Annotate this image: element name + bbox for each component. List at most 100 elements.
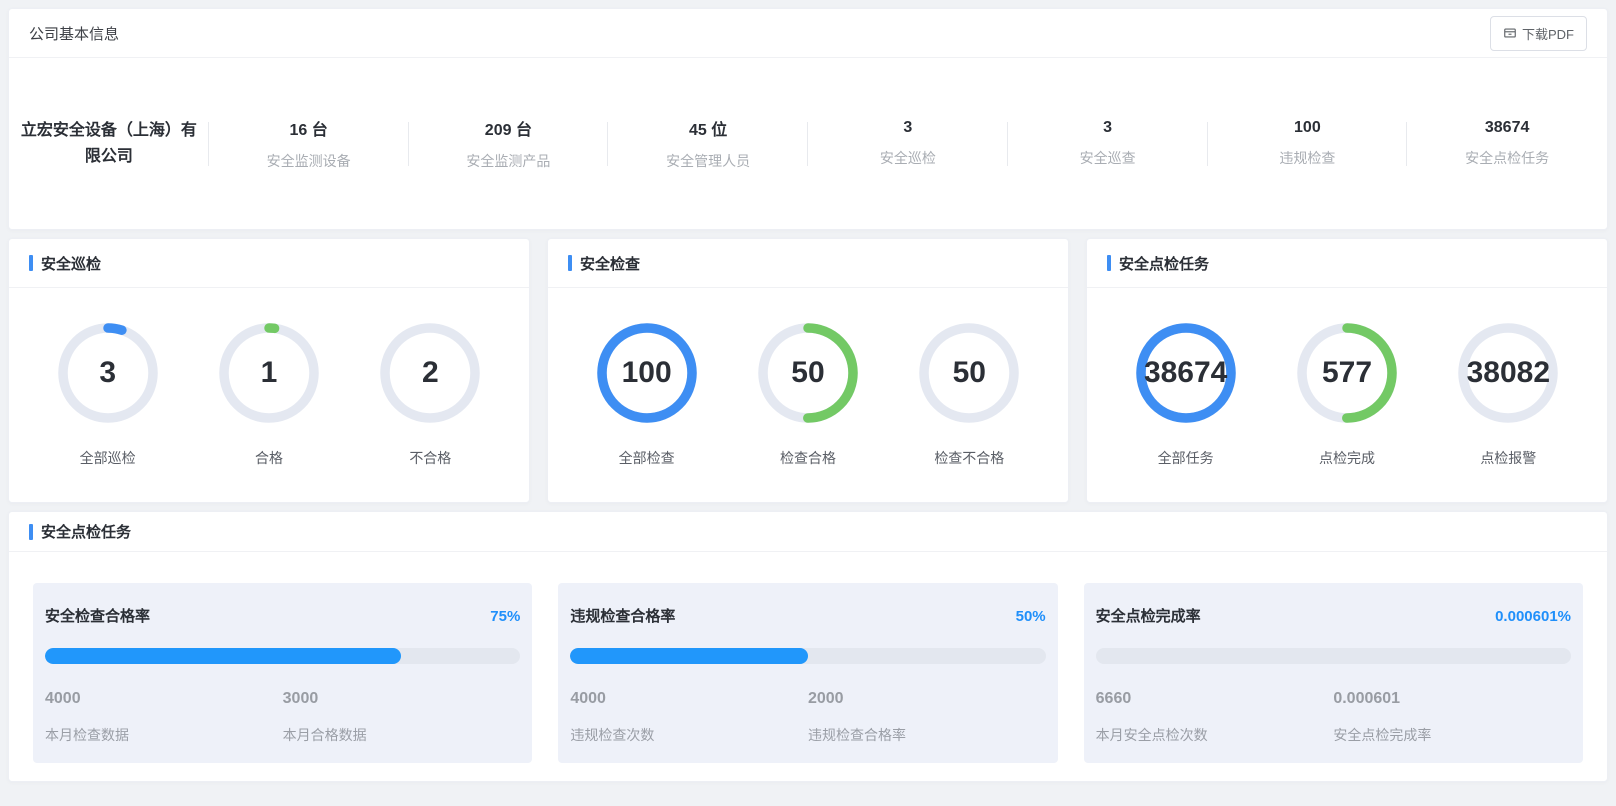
progress-section-header: 安全点检任务 xyxy=(9,512,1607,552)
progress-stat: 4000 本月检查数据 xyxy=(45,690,283,745)
panel-title: 安全点检任务 xyxy=(1119,253,1209,274)
progress-card-percent: 50% xyxy=(1016,608,1046,625)
gauge-ring: 3 xyxy=(58,323,158,423)
progress-card-percent: 0.000601% xyxy=(1495,608,1571,625)
gauge-ring: 1 xyxy=(219,323,319,423)
gauge-ring: 50 xyxy=(758,323,858,423)
stat-value: 100 xyxy=(1218,119,1398,137)
gauge-ring: 100 xyxy=(597,323,697,423)
company-stats-row: 立宏安全设备（上海）有限公司 16 台 安全监测设备 209 台 安全监测产品 … xyxy=(9,58,1607,229)
progress-card-stats: 6660 本月安全点检次数 0.000601 安全点检完成率 xyxy=(1096,690,1571,745)
panel-header: 安全巡检 xyxy=(9,239,529,288)
progress-card-top: 安全检查合格率 75% xyxy=(45,605,520,626)
accent-bar xyxy=(1107,255,1111,271)
gauge-value: 3 xyxy=(58,323,158,423)
panel-body: 3 全部巡检 1 合格 xyxy=(9,288,529,502)
gauge-value: 1 xyxy=(219,323,319,423)
gauge-ring: 50 xyxy=(919,323,1019,423)
progress-card-title: 安全点检完成率 xyxy=(1096,605,1201,626)
progress-stat-value: 0.000601 xyxy=(1333,690,1571,708)
stat-value: 209 台 xyxy=(419,116,599,140)
progress-stat-label: 违规检查次数 xyxy=(570,725,808,745)
panel-header: 安全点检任务 xyxy=(1087,239,1607,288)
download-pdf-button[interactable]: 下载PDF xyxy=(1490,16,1587,51)
progress-stat-value: 6660 xyxy=(1096,690,1334,708)
progress-stat-label: 违规检查合格率 xyxy=(808,725,1046,745)
gauge-value: 38082 xyxy=(1458,323,1558,423)
progress-card-violation-pass-rate: 违规检查合格率 50% 4000 违规检查次数 2000 违规检查合格率 xyxy=(558,583,1057,763)
gauge-label: 合格 xyxy=(255,448,283,468)
progress-section-card: 安全点检任务 安全检查合格率 75% 4000 本月检查数据 3000 xyxy=(8,511,1608,782)
gauge-label: 检查合格 xyxy=(780,448,836,468)
progress-bar-track xyxy=(45,648,520,664)
download-icon xyxy=(1503,26,1517,40)
stat-value: 3 xyxy=(1018,119,1198,137)
progress-bar-fill xyxy=(45,648,401,664)
company-info-header: 公司基本信息 下载PDF xyxy=(9,9,1607,58)
stat-label: 违规检查 xyxy=(1218,148,1398,168)
gauge-value: 100 xyxy=(597,323,697,423)
progress-stat-label: 安全点检完成率 xyxy=(1333,725,1571,745)
panel-spot-check-tasks: 安全点检任务 38674 全部任务 xyxy=(1086,238,1608,503)
gauge-label: 点检完成 xyxy=(1319,448,1375,468)
gauge-label: 点检报警 xyxy=(1480,448,1536,468)
stat-violation-checks: 100 违规检查 xyxy=(1208,119,1408,168)
progress-stat: 4000 违规检查次数 xyxy=(570,690,808,745)
gauge-ring: 38674 xyxy=(1136,323,1236,423)
gauge-check-unqualified: 50 检查不合格 xyxy=(919,323,1019,468)
gauge-alarms: 38082 点检报警 xyxy=(1458,323,1558,468)
progress-card-check-pass-rate: 安全检查合格率 75% 4000 本月检查数据 3000 本月合格数据 xyxy=(33,583,532,763)
download-pdf-label: 下载PDF xyxy=(1522,24,1574,43)
stat-value: 45 位 xyxy=(618,116,798,140)
panel-body: 100 全部检查 50 检查合格 xyxy=(548,288,1068,502)
stat-label: 安全巡检 xyxy=(818,148,998,168)
panel-safety-patrol: 安全巡检 3 全部巡检 xyxy=(8,238,530,503)
progress-card-title: 安全检查合格率 xyxy=(45,605,150,626)
gauge-ring: 577 xyxy=(1297,323,1397,423)
gauge-check-qualified: 50 检查合格 xyxy=(758,323,858,468)
stat-label: 安全巡查 xyxy=(1018,148,1198,168)
progress-card-top: 违规检查合格率 50% xyxy=(570,605,1045,626)
panel-title: 安全巡检 xyxy=(41,253,101,274)
progress-card-top: 安全点检完成率 0.000601% xyxy=(1096,605,1571,626)
stat-safety-patrol: 3 安全巡检 xyxy=(808,119,1008,168)
company-info-title: 公司基本信息 xyxy=(29,23,119,44)
progress-bar-track xyxy=(1096,648,1571,664)
gauge-label: 全部检查 xyxy=(619,448,675,468)
gauge-label: 不合格 xyxy=(409,448,451,468)
progress-stat-label: 本月检查数据 xyxy=(45,725,283,745)
progress-stat: 0.000601 安全点检完成率 xyxy=(1333,690,1571,745)
stat-safety-managers: 45 位 安全管理人员 xyxy=(608,116,808,171)
progress-card-percent: 75% xyxy=(490,608,520,625)
panel-header: 安全检查 xyxy=(548,239,1068,288)
progress-section-title: 安全点检任务 xyxy=(41,521,131,542)
progress-stat: 3000 本月合格数据 xyxy=(283,690,521,745)
accent-bar xyxy=(568,255,572,271)
progress-stat-value: 4000 xyxy=(45,690,283,708)
progress-bar-track xyxy=(570,648,1045,664)
gauge-all-checks: 100 全部检查 xyxy=(597,323,697,468)
stat-monitor-products: 209 台 安全监测产品 xyxy=(409,116,609,171)
gauge-qualified: 1 合格 xyxy=(219,323,319,468)
progress-card-stats: 4000 本月检查数据 3000 本月合格数据 xyxy=(45,690,520,745)
company-name: 立宏安全设备（上海）有限公司 xyxy=(19,118,199,169)
progress-bar-fill xyxy=(570,648,808,664)
gauge-all-tasks: 38674 全部任务 xyxy=(1136,323,1236,468)
company-name-col: 立宏安全设备（上海）有限公司 xyxy=(9,118,209,169)
stat-label: 安全监测产品 xyxy=(419,151,599,171)
progress-stat: 6660 本月安全点检次数 xyxy=(1096,690,1334,745)
stat-value: 38674 xyxy=(1417,119,1597,137)
gauge-label: 全部巡检 xyxy=(80,448,136,468)
gauge-value: 2 xyxy=(380,323,480,423)
gauge-panel-row: 安全巡检 3 全部巡检 xyxy=(8,238,1608,503)
gauge-label: 全部任务 xyxy=(1158,448,1214,468)
panel-body: 38674 全部任务 577 点检完成 xyxy=(1087,288,1607,502)
stat-value: 16 台 xyxy=(219,116,399,140)
company-info-card: 公司基本信息 下载PDF 立宏安全设备（上海）有限公司 16 台 安全监测 xyxy=(8,8,1608,230)
progress-card-title: 违规检查合格率 xyxy=(570,605,675,626)
progress-stat-value: 4000 xyxy=(570,690,808,708)
progress-stat-label: 本月安全点检次数 xyxy=(1096,725,1334,745)
gauge-value: 50 xyxy=(758,323,858,423)
stat-spot-check-tasks: 38674 安全点检任务 xyxy=(1407,119,1607,168)
stat-safety-inspection-tour: 3 安全巡查 xyxy=(1008,119,1208,168)
